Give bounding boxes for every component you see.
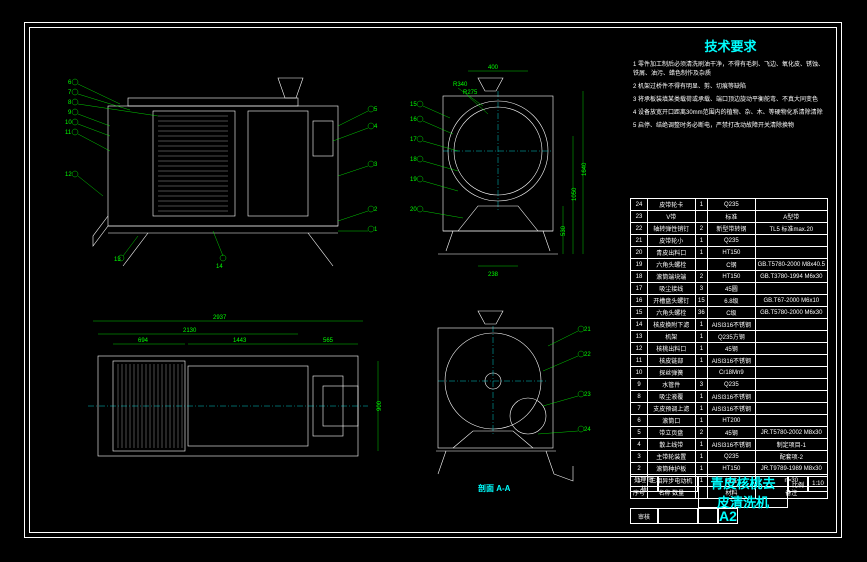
svg-text:2130: 2130	[183, 328, 197, 334]
bom-row: 19六角头螺栓C钢GB.T5780-2000 M8x40.5	[631, 259, 828, 271]
section-view: 剖面 A-A 21 22 23 24	[436, 311, 591, 493]
title-block: 处理 审核 青皮核桃去 皮清洗机 比例 1:10 审核 A2	[630, 476, 828, 524]
balloon-group-left: 6 7 8 9 10 11 12 13 14	[65, 79, 226, 270]
bom-row: 20青皮出料口1HT150	[631, 247, 828, 259]
bom-row: 21皮带轮小1Q235	[631, 235, 828, 247]
svg-text:20: 20	[410, 207, 417, 213]
svg-text:238: 238	[488, 272, 499, 278]
svg-text:9: 9	[68, 110, 72, 116]
svg-text:17: 17	[410, 137, 417, 143]
bom-row: 6滚筒口1HT200	[631, 415, 828, 427]
svg-text:16: 16	[410, 117, 417, 123]
bom-row: 4散上线带1AISI316不锈钢制定项目-1	[631, 439, 828, 451]
svg-text:1: 1	[374, 227, 378, 233]
bom-row: 17吸尘接线345圆	[631, 283, 828, 295]
svg-text:1050: 1050	[572, 187, 578, 201]
svg-text:1443: 1443	[233, 338, 247, 344]
bom-row: 8吸尘液覆1AISI316不锈钢	[631, 391, 828, 403]
svg-text:R275: R275	[463, 90, 478, 96]
svg-text:6: 6	[68, 80, 72, 86]
svg-text:21: 21	[584, 327, 591, 333]
svg-text:23: 23	[584, 392, 591, 398]
bom-row: 18滚筒端块端2HT150GB.T3780-1994 M6x30	[631, 271, 828, 283]
svg-text:2937: 2937	[213, 315, 227, 321]
bom-row: 15六角头螺栓36C级GB.T5780-2000 M6x30	[631, 307, 828, 319]
svg-text:剖面 A-A: 剖面 A-A	[478, 483, 511, 493]
tech-requirements: 技术要求 1 零件加工制后必须清洗刷油干净，不得有毛刺、飞边、氧化皮、锈蚀、铁屑…	[633, 36, 828, 135]
svg-text:8: 8	[68, 100, 72, 106]
svg-text:24: 24	[584, 427, 591, 433]
bom-row: 23V带标准A型带	[631, 211, 828, 223]
svg-text:22: 22	[584, 352, 591, 358]
req-item: 1 零件加工制后必须清洗刷油干净，不得有毛刺、飞边、氧化皮、锈蚀、铁屑、油污、蜡…	[633, 61, 828, 79]
drawing-title-1: 青皮核桃去	[710, 473, 775, 492]
end-elevation-view: 400 R340 R275 1640 1050 530 238 15 16 17…	[410, 65, 588, 278]
balloon-group-mid: 5 4 3 2 1	[333, 106, 378, 233]
svg-text:10: 10	[65, 120, 72, 126]
bom-row: 22轴转弹性销钉2新型带转钢TL5 标准max.20	[631, 223, 828, 235]
svg-text:R340: R340	[453, 82, 468, 88]
svg-text:5: 5	[374, 107, 378, 113]
bom-row: 9水管件3Q235	[631, 379, 828, 391]
svg-text:400: 400	[488, 65, 499, 71]
req-item: 3 将承板装填某类载荷或承载、端口顶边旋动平衡舵弯、不真大同变色	[633, 96, 828, 105]
svg-text:11: 11	[65, 130, 72, 136]
bom-row: 3主带轮装置1Q235配套项-2	[631, 451, 828, 463]
svg-text:2: 2	[374, 207, 378, 213]
bom-row: 10探丝弹簧Cr18Mn9	[631, 367, 828, 379]
bom-row: 12核桃出料口145钢	[631, 343, 828, 355]
bom-row: 13机架1Q235方钢	[631, 331, 828, 343]
svg-text:15: 15	[410, 102, 417, 108]
svg-text:900: 900	[377, 400, 383, 411]
svg-text:565: 565	[323, 338, 334, 344]
bom-row: 14核皮换附下滤1AISI316不锈钢	[631, 319, 828, 331]
svg-text:7: 7	[68, 90, 72, 96]
bom-row: 16开槽盘头螺钉156.8级GB.T67-2000 M6x10	[631, 295, 828, 307]
svg-text:3: 3	[374, 162, 378, 168]
req-item: 4 设备放宽开口距离30mm范围内的植物、杂、木、等硬物化系清除清除	[633, 109, 828, 118]
svg-text:1640: 1640	[582, 162, 588, 176]
bom-row: 11核皮链部1AISI316不锈钢	[631, 355, 828, 367]
sheet-code: A2	[718, 508, 738, 524]
requirements-title: 技术要求	[633, 36, 828, 55]
svg-text:19: 19	[410, 177, 417, 183]
side-elevation-view: 6 7 8 9 10 11 12 13 14 5 4 3 2 1	[65, 78, 378, 270]
req-item: 2 机架过桥件不得有明显、剪、切痕等缺陷	[633, 83, 828, 92]
bom-row: 7支皮预调上滤1AISI316不锈钢	[631, 403, 828, 415]
svg-text:4: 4	[374, 124, 378, 130]
bom-table: 24皮带轮卡1Q23523V带标准A型带22轴转弹性销钉2新型带转钢TL5 标准…	[630, 198, 828, 499]
svg-text:694: 694	[138, 338, 149, 344]
plan-view: 2937 2130 694 1443 565 900	[88, 315, 383, 456]
bom-row: 5带立页盘245钢JR.T5780-2002 M8x30	[631, 427, 828, 439]
svg-text:13: 13	[114, 257, 121, 263]
svg-text:18: 18	[410, 157, 417, 163]
svg-text:530: 530	[561, 225, 567, 236]
req-item: 5 启停、结绝调整时务必断电，严禁打改动故障开关清除换物	[633, 122, 828, 131]
svg-text:12: 12	[65, 172, 72, 178]
bom-row: 24皮带轮卡1Q235	[631, 199, 828, 211]
svg-text:14: 14	[216, 264, 223, 270]
